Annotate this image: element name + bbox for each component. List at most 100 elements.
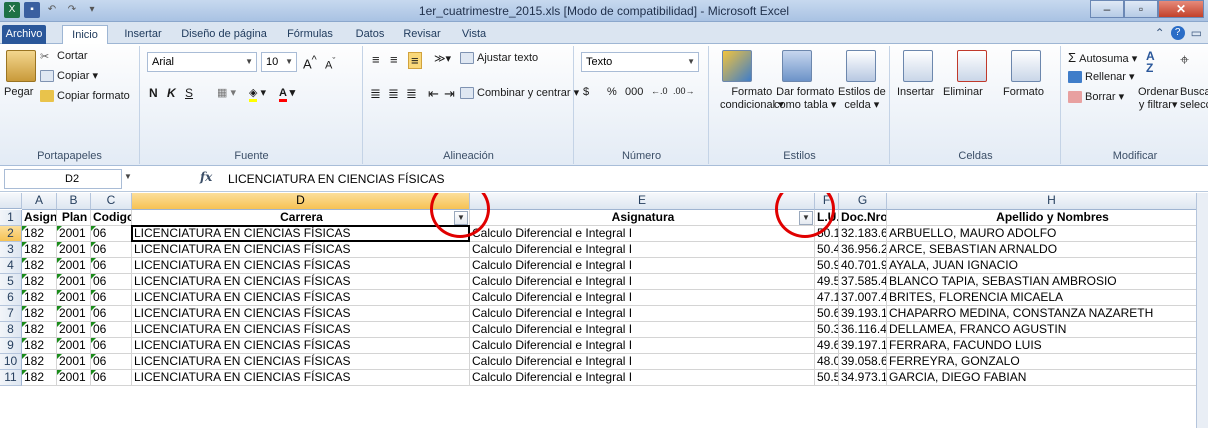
table-cell-h[interactable]: AYALA, JUAN IGNACIO <box>887 258 1196 274</box>
align-middle-icon[interactable]: ≡ <box>390 52 398 67</box>
table-cell-b[interactable]: 2001 <box>57 370 91 386</box>
table-cell-g[interactable]: 37.585.457 <box>839 274 887 290</box>
table-cell-a[interactable]: 182 <box>22 258 57 274</box>
font-size-combo[interactable]: 10 ▼ <box>261 52 297 72</box>
thousands-button[interactable]: 000 <box>625 86 643 98</box>
table-cell-d[interactable]: LICENCIATURA EN CIENCIAS FÍSICAS <box>132 242 470 258</box>
close-button[interactable]: ✕ <box>1158 0 1204 18</box>
table-cell-b[interactable]: 2001 <box>57 354 91 370</box>
table-cell-c[interactable]: 06 <box>91 242 132 258</box>
shrink-font-icon[interactable]: Aˇ <box>325 56 335 72</box>
row-header[interactable]: 1 <box>0 210 22 226</box>
format-button[interactable]: Formato <box>1003 86 1044 98</box>
vertical-scrollbar[interactable] <box>1196 193 1208 428</box>
row-header[interactable]: 10 <box>0 354 22 370</box>
table-cell-d[interactable]: LICENCIATURA EN CIENCIAS FÍSICAS <box>132 322 470 338</box>
font-color-icon[interactable]: A ▾ <box>279 86 295 102</box>
table-cell-e[interactable]: Calculo Diferencial e Integral I <box>470 290 815 306</box>
column-header-b[interactable]: B <box>57 193 91 210</box>
table-cell-h[interactable]: ARCE, SEBASTIAN ARNALDO <box>887 242 1196 258</box>
table-cell-e[interactable]: Calculo Diferencial e Integral I <box>470 274 815 290</box>
table-cell-e[interactable]: Calculo Diferencial e Integral I <box>470 338 815 354</box>
align-left-icon[interactable]: ≣ <box>370 86 381 102</box>
table-cell-d[interactable]: LICENCIATURA EN CIENCIAS FÍSICAS <box>132 354 470 370</box>
header-cell-e[interactable]: Asignatura <box>470 210 815 226</box>
orientation-icon[interactable]: ≫▾ <box>434 52 451 65</box>
increase-decimal-icon[interactable]: ←.0 <box>651 86 668 96</box>
table-cell-e[interactable]: Calculo Diferencial e Integral I <box>470 226 815 242</box>
table-cell-d[interactable]: LICENCIATURA EN CIENCIAS FÍSICAS <box>132 258 470 274</box>
table-cell-b[interactable]: 2001 <box>57 290 91 306</box>
worksheet-grid[interactable]: ABCDEFGH 1Asign.PlanCodigoCarreraAsignatu… <box>0 193 1196 428</box>
clear-button[interactable]: Borrar ▾ <box>1068 90 1124 104</box>
fill-button[interactable]: Rellenar ▾ <box>1068 70 1135 84</box>
tab-revisar[interactable]: Revisar <box>398 25 446 44</box>
bold-button[interactable]: N <box>149 86 158 100</box>
sort-filter-button[interactable]: Ordenar y filtrar▾ <box>1138 86 1178 112</box>
table-cell-f[interactable]: 50.514 <box>815 370 839 386</box>
decrease-indent-icon[interactable]: ⇤ <box>428 86 439 102</box>
table-cell-g[interactable]: 40.701.947 <box>839 258 887 274</box>
filter-dropdown-e[interactable]: ▼ <box>799 211 813 225</box>
row-header[interactable]: 11 <box>0 370 22 386</box>
underline-button[interactable]: S <box>185 86 193 100</box>
restore-workbook-icon[interactable]: ▭ <box>1191 26 1202 40</box>
table-cell-b[interactable]: 2001 <box>57 306 91 322</box>
paste-button[interactable]: Pegar <box>4 86 33 98</box>
table-cell-e[interactable]: Calculo Diferencial e Integral I <box>470 306 815 322</box>
table-cell-h[interactable]: BLANCO TAPIA, SEBASTIAN AMBROSIO <box>887 274 1196 290</box>
font-name-combo[interactable]: Arial ▼ <box>147 52 257 72</box>
align-bottom-icon[interactable]: ≡ <box>408 52 422 69</box>
header-cell-c[interactable]: Codigo <box>91 210 132 226</box>
table-cell-g[interactable]: 32.183.638 <box>839 226 887 242</box>
table-cell-a[interactable]: 182 <box>22 306 57 322</box>
table-cell-a[interactable]: 182 <box>22 242 57 258</box>
table-cell-c[interactable]: 06 <box>91 354 132 370</box>
table-cell-h[interactable]: DELLAMEA, FRANCO AGUSTIN <box>887 322 1196 338</box>
column-header-g[interactable]: G <box>839 193 887 210</box>
formula-input[interactable]: LICENCIATURA EN CIENCIAS FÍSICAS <box>228 172 445 186</box>
table-cell-f[interactable]: 48.059 <box>815 354 839 370</box>
table-cell-f[interactable]: 50.390 <box>815 322 839 338</box>
minimize-button[interactable]: – <box>1090 0 1124 18</box>
row-header[interactable]: 8 <box>0 322 22 338</box>
row-header[interactable]: 5 <box>0 274 22 290</box>
column-header-h[interactable]: H <box>887 193 1196 210</box>
percent-button[interactable]: % <box>607 86 617 98</box>
delete-button[interactable]: Eliminar <box>943 86 983 98</box>
table-cell-f[interactable]: 49.530 <box>815 274 839 290</box>
select-all-corner[interactable] <box>0 193 22 209</box>
table-cell-e[interactable]: Calculo Diferencial e Integral I <box>470 322 815 338</box>
table-cell-a[interactable]: 182 <box>22 354 57 370</box>
table-cell-c[interactable]: 06 <box>91 258 132 274</box>
table-cell-b[interactable]: 2001 <box>57 338 91 354</box>
merge-center-button[interactable]: Combinar y centrar ▾ <box>460 86 579 100</box>
format-painter-button[interactable]: Copiar formato <box>40 90 130 103</box>
table-cell-c[interactable]: 06 <box>91 290 132 306</box>
table-cell-c[interactable]: 06 <box>91 306 132 322</box>
grow-font-icon[interactable]: A^ <box>303 54 317 71</box>
table-cell-c[interactable]: 06 <box>91 338 132 354</box>
table-cell-h[interactable]: FERREYRA, GONZALO <box>887 354 1196 370</box>
table-cell-e[interactable]: Calculo Diferencial e Integral I <box>470 258 815 274</box>
table-cell-c[interactable]: 06 <box>91 370 132 386</box>
column-header-d[interactable]: D <box>132 193 470 210</box>
column-header-c[interactable]: C <box>91 193 132 210</box>
cell-styles-button[interactable]: Estilos de celda ▾ <box>838 86 886 112</box>
table-cell-d[interactable]: LICENCIATURA EN CIENCIAS FÍSICAS <box>132 274 470 290</box>
table-cell-b[interactable]: 2001 <box>57 258 91 274</box>
table-cell-a[interactable]: 182 <box>22 290 57 306</box>
row-header[interactable]: 6 <box>0 290 22 306</box>
align-center-icon[interactable]: ≣ <box>388 86 399 102</box>
table-cell-e[interactable]: Calculo Diferencial e Integral I <box>470 354 815 370</box>
increase-indent-icon[interactable]: ⇥ <box>444 86 455 102</box>
table-cell-c[interactable]: 06 <box>91 226 132 242</box>
table-cell-f[interactable]: 50.425 <box>815 242 839 258</box>
table-cell-e[interactable]: Calculo Diferencial e Integral I <box>470 242 815 258</box>
minimize-ribbon-icon[interactable]: ⌃ <box>1155 26 1165 40</box>
table-cell-f[interactable]: 50.639 <box>815 306 839 322</box>
table-cell-g[interactable]: 39.193.164 <box>839 306 887 322</box>
row-header[interactable]: 7 <box>0 306 22 322</box>
table-cell-h[interactable]: GARCIA, DIEGO FABIAN <box>887 370 1196 386</box>
table-cell-b[interactable]: 2001 <box>57 322 91 338</box>
